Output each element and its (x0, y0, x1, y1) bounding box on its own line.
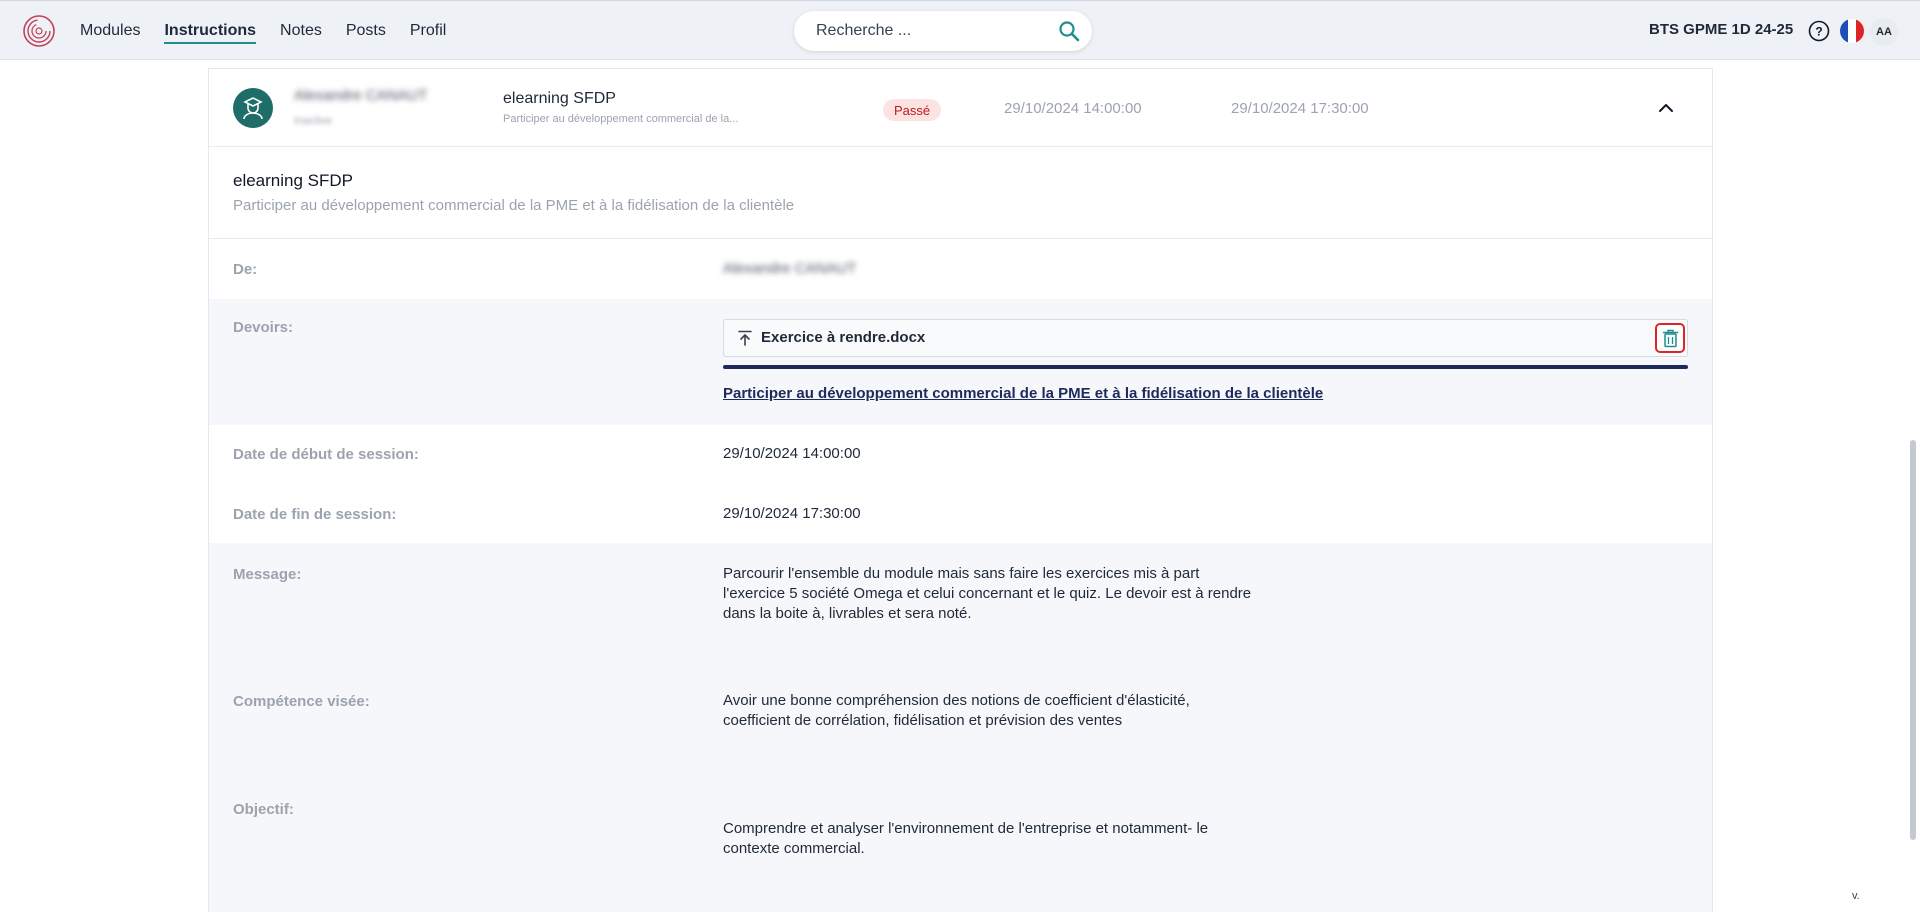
instruction-card: Alexandre CANAUT Inactive elearning SFDP… (208, 68, 1713, 912)
end-date: 29/10/2024 17:30:00 (1231, 100, 1369, 117)
class-selector[interactable]: BTS GPME 1D 24-25 (1649, 21, 1793, 38)
competence-line: Avoir une bonne compréhension des notion… (723, 692, 1190, 709)
start-date: 29/10/2024 14:00:00 (1004, 100, 1142, 117)
main-nav: Modules Instructions Notes Posts Profil (80, 1, 446, 61)
french-flag-icon[interactable] (1840, 19, 1864, 43)
instruction-title: elearning SFDP (503, 90, 616, 107)
session-start: 29/10/2024 14:00:00 (723, 445, 861, 462)
field-label: De: (233, 261, 258, 278)
app-logo-icon[interactable] (22, 14, 56, 48)
homework-file: Exercice à rendre.docx (723, 319, 1688, 357)
field-label: Message: (233, 566, 302, 583)
top-navbar: Modules Instructions Notes Posts Profil … (0, 0, 1920, 60)
field-label: Date de fin de session: (233, 506, 397, 523)
nav-instructions[interactable]: Instructions (164, 1, 256, 61)
objectif-line: Comprendre et analyser l'environnement d… (723, 820, 1209, 837)
field-devoirs: Devoirs: Exercice à rendre.docx Particip… (209, 299, 1712, 425)
nav-posts[interactable]: Posts (346, 1, 386, 61)
competence-text: Avoir une bonne compréhension des notion… (723, 691, 1190, 731)
nav-notes[interactable]: Notes (280, 1, 322, 61)
detail-title: elearning SFDP (233, 171, 354, 190)
delete-file-button[interactable] (1655, 323, 1685, 353)
message-text: Parcourir l'ensemble du module mais sans… (723, 564, 1251, 624)
svg-text:?: ? (1815, 25, 1822, 39)
nav-profil[interactable]: Profil (410, 1, 446, 61)
version-label: v. (1852, 890, 1860, 902)
search-input[interactable] (816, 11, 1036, 51)
teacher-icon (243, 97, 263, 120)
help-icon[interactable]: ? (1808, 20, 1830, 42)
nav-modules[interactable]: Modules (80, 1, 140, 61)
teacher-avatar (233, 88, 273, 128)
objectif-line: contexte commercial. (723, 840, 865, 857)
field-label: Devoirs: (233, 319, 294, 336)
session-end: 29/10/2024 17:30:00 (723, 505, 861, 522)
field-competence: Compétence visée: Avoir une bonne compré… (209, 671, 1712, 779)
status-badge: Passé (883, 99, 942, 121)
upload-progress-bar (723, 365, 1688, 369)
field-label: Objectif: (233, 801, 294, 818)
author-role: Inactive (294, 115, 332, 127)
file-name[interactable]: Exercice à rendre.docx (761, 329, 925, 346)
user-avatar[interactable]: AA (1870, 18, 1898, 46)
upload-icon (738, 330, 752, 346)
trash-icon (1662, 329, 1679, 348)
search-bar (794, 11, 1092, 51)
instruction-row[interactable]: Alexandre CANAUT Inactive elearning SFDP… (209, 69, 1712, 147)
field-label: Date de début de session: (233, 446, 419, 463)
field-date-debut: Date de début de session: 29/10/2024 14:… (209, 425, 1712, 485)
message-line: Parcourir l'ensemble du module mais sans… (723, 565, 1200, 582)
field-objectif: Objectif: Comprendre et analyser l'envir… (209, 779, 1712, 912)
search-icon[interactable] (1058, 20, 1080, 42)
objectif-text: Comprendre et analyser l'environnement d… (723, 819, 1208, 859)
page-scrollbar[interactable] (1910, 440, 1916, 840)
field-label: Compétence visée: (233, 693, 370, 710)
message-line: dans la boite à, livrables et sera noté. (723, 605, 972, 622)
detail-header: elearning SFDP Participer au développeme… (209, 147, 1712, 239)
author-name: Alexandre CANAUT (294, 87, 428, 104)
message-line: l'exercice 5 société Omega et celui conc… (723, 585, 1252, 602)
field-de: De: Alexandre CANAUT (209, 239, 1712, 299)
detail-subtitle: Participer au développement commercial d… (233, 197, 795, 214)
sender-name: Alexandre CANAUT (723, 260, 857, 277)
field-message: Message: Parcourir l'ensemble du module … (209, 543, 1712, 671)
competence-line: coefficient de corrélation, fidélisation… (723, 712, 1123, 729)
instruction-subtitle: Participer au développement commercial d… (503, 113, 739, 125)
competence-link[interactable]: Participer au développement commercial d… (723, 385, 1323, 402)
chevron-up-icon[interactable] (1655, 97, 1677, 119)
